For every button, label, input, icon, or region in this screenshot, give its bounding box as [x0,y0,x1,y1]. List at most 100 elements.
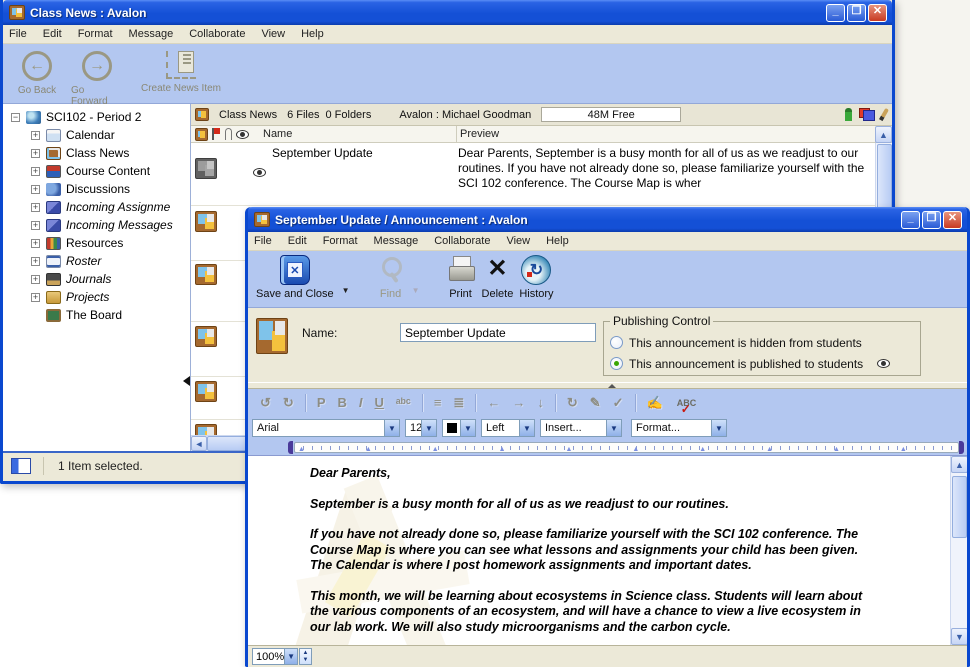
edit-permissions-icon[interactable] [879,108,889,121]
menu-collaborate[interactable]: Collaborate [434,235,490,247]
signature-icon[interactable]: ✍ [647,395,663,411]
expand-icon[interactable]: + [31,221,40,230]
increase-indent-icon[interactable]: → [512,395,525,410]
insert-select[interactable]: Insert... ▼ [540,419,622,437]
expand-icon[interactable]: + [31,293,40,302]
spinner-down-icon[interactable]: ▼ [303,657,309,664]
paragraph-style-icon[interactable]: P [317,395,326,410]
minimize-button[interactable]: _ [826,4,845,22]
font-color-select[interactable]: ▼ [442,419,476,437]
tree-item-roster[interactable]: + Roster [3,252,190,270]
radio-option-hidden[interactable]: This announcement is hidden from student… [610,332,914,353]
news-item-icon[interactable] [195,381,217,402]
go-forward-button[interactable]: → Go Forward [71,48,123,107]
preview-column-header[interactable]: Preview [456,126,499,142]
bold-icon[interactable]: B [337,395,346,410]
dropdown-arrow-icon[interactable]: ▼ [460,420,475,436]
right-margin-marker[interactable] [959,441,964,454]
expand-icon[interactable]: + [31,167,40,176]
tree-root-sci102[interactable]: − SCI102 - Period 2 [3,108,190,126]
expand-icon[interactable]: + [31,149,40,158]
history-button[interactable]: ↻ History [519,255,553,300]
collapse-icon[interactable]: − [11,113,20,122]
tree-item-discussions[interactable]: + Discussions [3,180,190,198]
item-type-column-icon[interactable] [195,128,208,141]
menu-edit[interactable]: Edit [288,235,307,247]
format-select[interactable]: Format... ▼ [631,419,727,437]
print-button[interactable]: Print [446,255,476,300]
close-button[interactable]: ✕ [943,211,962,229]
close-button[interactable]: ✕ [868,4,887,22]
menu-message[interactable]: Message [129,28,174,40]
tree-item-class-news[interactable]: + Class News [3,144,190,162]
panel-collapse-arrow[interactable] [183,376,190,386]
dropdown-arrow-icon[interactable]: ▼ [519,420,534,436]
tree-item-the-board[interactable]: The Board [3,306,190,324]
spinner-up-icon[interactable]: ▲ [303,650,309,657]
menu-message[interactable]: Message [374,235,419,247]
alignment-select[interactable]: Left ▼ [481,419,535,437]
delete-button[interactable]: ✕ Delete [482,255,514,300]
news-item-preview[interactable]: Dear Parents, September is a busy month … [458,146,883,205]
menu-file[interactable]: File [9,28,27,40]
expand-icon[interactable]: + [31,203,40,212]
view-mode-icon[interactable] [859,108,875,121]
news-item-name[interactable]: September Update [272,146,373,160]
maximize-button[interactable]: ❐ [847,4,866,22]
numbered-list-icon[interactable]: ≣ [453,395,464,411]
menu-edit[interactable]: Edit [43,28,62,40]
approve-icon[interactable]: ✓ [613,395,624,411]
news-item-icon[interactable] [195,211,217,232]
tree-item-course-content[interactable]: + Course Content [3,162,190,180]
go-back-button[interactable]: ← Go Back [11,48,63,96]
editor-vertical-scrollbar[interactable]: ▲ ▼ [950,456,967,645]
tree-item-journals[interactable]: + Journals [3,270,190,288]
menu-view[interactable]: View [261,28,285,40]
font-size-select[interactable]: 12 ▼ [405,419,437,437]
radio-button-unselected[interactable] [610,336,623,349]
bullet-list-icon[interactable]: ≡ [434,395,442,410]
menu-format[interactable]: Format [78,28,113,40]
expand-icon[interactable]: + [31,275,40,284]
toggle-panes-icon[interactable] [11,458,31,474]
menu-format[interactable]: Format [323,235,358,247]
text-direction-icon[interactable]: ↓ [537,395,544,410]
redo-icon[interactable]: ↻ [283,395,294,411]
save-dropdown-arrow[interactable]: ▼ [342,286,350,295]
highlight-pen-icon[interactable]: ✎ [590,395,601,411]
menu-help[interactable]: Help [546,235,569,247]
tree-item-resources[interactable]: + Resources [3,234,190,252]
attachment-column-icon[interactable] [225,128,232,140]
tree-item-incoming-messages[interactable]: + Incoming Messages [3,216,190,234]
radio-option-published[interactable]: This announcement is published to studen… [610,353,914,374]
tree-item-calendar[interactable]: + Calendar [3,126,190,144]
decrease-indent-icon[interactable]: ← [487,395,500,410]
expand-icon[interactable]: + [31,239,40,248]
menu-collaborate[interactable]: Collaborate [189,28,245,40]
menu-view[interactable]: View [506,235,530,247]
news-item-icon[interactable] [195,326,217,347]
expand-icon[interactable]: + [31,131,40,140]
dropdown-arrow-icon[interactable]: ▼ [421,420,436,436]
scroll-up-button[interactable]: ▲ [951,456,967,473]
dropdown-arrow-icon[interactable]: ▼ [606,420,621,436]
radio-button-selected[interactable] [610,357,623,370]
name-column-header[interactable]: Name [263,128,292,140]
pane-splitter[interactable] [248,382,967,389]
news-item-icon[interactable] [195,264,217,285]
underline-icon[interactable]: U [375,395,384,410]
dropdown-arrow-icon[interactable]: ▼ [711,420,726,436]
name-input[interactable] [400,323,596,342]
italic-icon[interactable]: I [359,395,363,410]
spell-check-icon[interactable]: ABC [677,398,697,408]
font-family-select[interactable]: Arial ▼ [252,419,400,437]
tree-item-projects[interactable]: + Projects [3,288,190,306]
message-body-editor[interactable]: Dear Parents, September is a busy month … [248,455,967,645]
message-titlebar[interactable]: September Update / Announcement : Avalon… [248,207,967,232]
scroll-left-button[interactable]: ◄ [191,436,207,451]
who-is-online-icon[interactable] [845,108,852,121]
menu-help[interactable]: Help [301,28,324,40]
rotate-icon[interactable]: ↻ [567,395,578,411]
dropdown-arrow-icon[interactable]: ▼ [384,420,399,436]
maximize-button[interactable]: ❐ [922,211,941,229]
